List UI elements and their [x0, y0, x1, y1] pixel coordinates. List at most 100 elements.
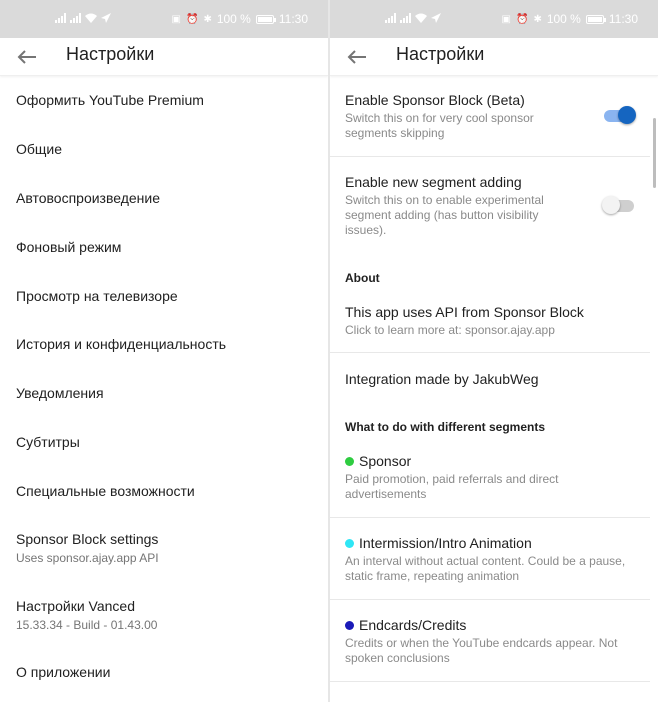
battery-icon — [255, 14, 276, 24]
pref-enable-sponsor-block[interactable]: Enable Sponsor Block (Beta) Switch this … — [330, 92, 650, 141]
sponsor-block-toggle[interactable] — [604, 106, 636, 124]
wifi-icon — [85, 13, 97, 23]
segment-color-dot — [345, 456, 354, 466]
segment-title: Intermission/Intro Animation — [359, 535, 532, 551]
pref-summary: spoken conclusions — [345, 651, 450, 665]
pref-api-link[interactable]: This app uses API from Sponsor Block Cli… — [330, 304, 650, 338]
pref-summary: static frame, repeating animation — [345, 569, 520, 583]
location-arrow-icon — [431, 13, 441, 23]
pref-title: Sponsor — [345, 453, 650, 469]
status-right-icons: ▣ ⏰ ✱ 100 % 11:30 — [502, 12, 638, 26]
pref-summary: Credits or when the YouTube endcards app… — [345, 636, 618, 650]
back-arrow-icon[interactable] — [346, 48, 368, 66]
menu-item-watch-on-tv[interactable]: Просмотр на телевизоре — [0, 288, 328, 304]
pref-title: Enable Sponsor Block (Beta) — [345, 92, 525, 108]
toolbar: Настройки — [0, 38, 328, 76]
menu-item-label: Автовоспроизведение — [16, 190, 161, 206]
page-title: Настройки — [396, 44, 485, 64]
battery-percent: 100 % — [216, 12, 251, 26]
status-left-icons — [55, 13, 111, 23]
wifi-icon — [415, 13, 427, 23]
segment-color-dot — [345, 620, 354, 630]
menu-item-label: Просмотр на телевизоре — [16, 288, 178, 304]
menu-item-summary: 15.33.34 - Build - 01.43.00 — [16, 618, 158, 632]
back-arrow-icon[interactable] — [16, 48, 38, 66]
menu-item-label: Специальные возможности — [16, 483, 195, 499]
page-title: Настройки — [66, 44, 155, 64]
menu-item-label: Sponsor Block settings — [16, 531, 159, 547]
signal-icon — [385, 13, 396, 23]
toolbar: Настройки — [330, 38, 658, 76]
toggle-knob — [602, 196, 620, 214]
menu-item-autoplay[interactable]: Автовоспроизведение — [0, 190, 328, 206]
menu-item-sponsor-block[interactable]: Sponsor Block settings Uses sponsor.ajay… — [0, 531, 328, 565]
menu-item-summary: Uses sponsor.ajay.app API — [16, 551, 159, 565]
menu-item-general[interactable]: Общие — [0, 141, 328, 157]
status-bar: ▣ ⏰ ✱ 100 % 11:30 — [330, 0, 658, 38]
menu-item-premium[interactable]: Оформить YouTube Premium — [0, 92, 328, 108]
menu-item-label: Фоновый режим — [16, 239, 122, 255]
signal-icon — [400, 13, 411, 23]
pref-summary: An interval without actual content. Coul… — [345, 554, 626, 568]
status-left-icons — [385, 13, 441, 23]
menu-item-accessibility[interactable]: Специальные возможности — [0, 483, 328, 499]
bluetooth-icon: ✱ — [533, 13, 542, 25]
segment-color-dot — [345, 538, 354, 548]
pref-title: Enable new segment adding — [345, 174, 522, 190]
battery-icon — [585, 14, 606, 24]
nfc-icon: ▣ — [501, 13, 511, 25]
toggle-knob — [618, 106, 636, 124]
menu-item-label: Общие — [16, 141, 63, 157]
signal-icon — [55, 13, 66, 23]
location-arrow-icon — [101, 13, 111, 23]
status-right-icons: ▣ ⏰ ✱ 100 % 11:30 — [172, 12, 308, 26]
pref-title: Integration made by JakubWeg — [345, 371, 539, 387]
segment-intermission[interactable]: Intermission/Intro Animation An interval… — [330, 535, 650, 584]
menu-item-label: О приложении — [16, 664, 111, 680]
pref-integration[interactable]: Integration made by JakubWeg — [330, 371, 650, 387]
menu-item-label: Уведомления — [16, 385, 104, 401]
menu-item-label: Оформить YouTube Premium — [16, 92, 204, 108]
scrollbar[interactable] — [653, 118, 656, 188]
left-screen: ▣ ⏰ ✱ 100 % 11:30 Настройки Оформить You… — [0, 0, 328, 702]
right-screen: ▣ ⏰ ✱ 100 % 11:30 Настройки Enable Spons… — [330, 0, 658, 702]
divider — [330, 599, 650, 600]
bluetooth-icon: ✱ — [203, 13, 212, 25]
segment-adding-toggle[interactable] — [602, 196, 634, 214]
section-header-about: About — [345, 271, 380, 285]
alarm-icon: ⏰ — [185, 13, 199, 25]
divider — [330, 517, 650, 518]
pref-title: Endcards/Credits — [345, 617, 650, 633]
menu-item-history-privacy[interactable]: История и конфиденциальность — [0, 336, 328, 352]
menu-item-label: История и конфиденциальность — [16, 336, 227, 352]
menu-item-background[interactable]: Фоновый режим — [0, 239, 328, 255]
clock: 11:30 — [278, 12, 308, 26]
segment-sponsor[interactable]: Sponsor Paid promotion, paid referrals a… — [330, 453, 650, 502]
pref-title: Intermission/Intro Animation — [345, 535, 650, 551]
pref-title: This app uses API from Sponsor Block — [345, 304, 584, 320]
status-bar: ▣ ⏰ ✱ 100 % 11:30 — [0, 0, 328, 38]
pref-summary: Paid promotion, paid referrals and direc… — [345, 472, 559, 486]
menu-item-vanced[interactable]: Настройки Vanced 15.33.34 - Build - 01.4… — [0, 598, 328, 632]
clock: 11:30 — [608, 12, 638, 26]
pref-summary: advertisements — [345, 487, 427, 501]
pref-summary: issues). — [345, 223, 387, 237]
pref-summary: segments skipping — [345, 126, 445, 140]
signal-icon — [70, 13, 81, 23]
segment-title: Sponsor — [359, 453, 412, 469]
nfc-icon: ▣ — [171, 13, 181, 25]
menu-item-label: Настройки Vanced — [16, 598, 135, 614]
menu-item-label: Субтитры — [16, 434, 80, 450]
divider — [330, 156, 650, 157]
segment-endcards[interactable]: Endcards/Credits Credits or when the You… — [330, 617, 650, 666]
menu-item-notifications[interactable]: Уведомления — [0, 385, 328, 401]
alarm-icon: ⏰ — [515, 13, 529, 25]
divider — [330, 681, 650, 682]
segment-title: Endcards/Credits — [359, 617, 467, 633]
battery-percent: 100 % — [546, 12, 581, 26]
pref-summary: Click to learn more at: sponsor.ajay.app — [345, 323, 555, 337]
menu-item-captions[interactable]: Субтитры — [0, 434, 328, 450]
section-header-segments: What to do with different segments — [345, 420, 545, 434]
menu-item-about[interactable]: О приложении — [0, 664, 328, 680]
divider — [330, 352, 650, 353]
